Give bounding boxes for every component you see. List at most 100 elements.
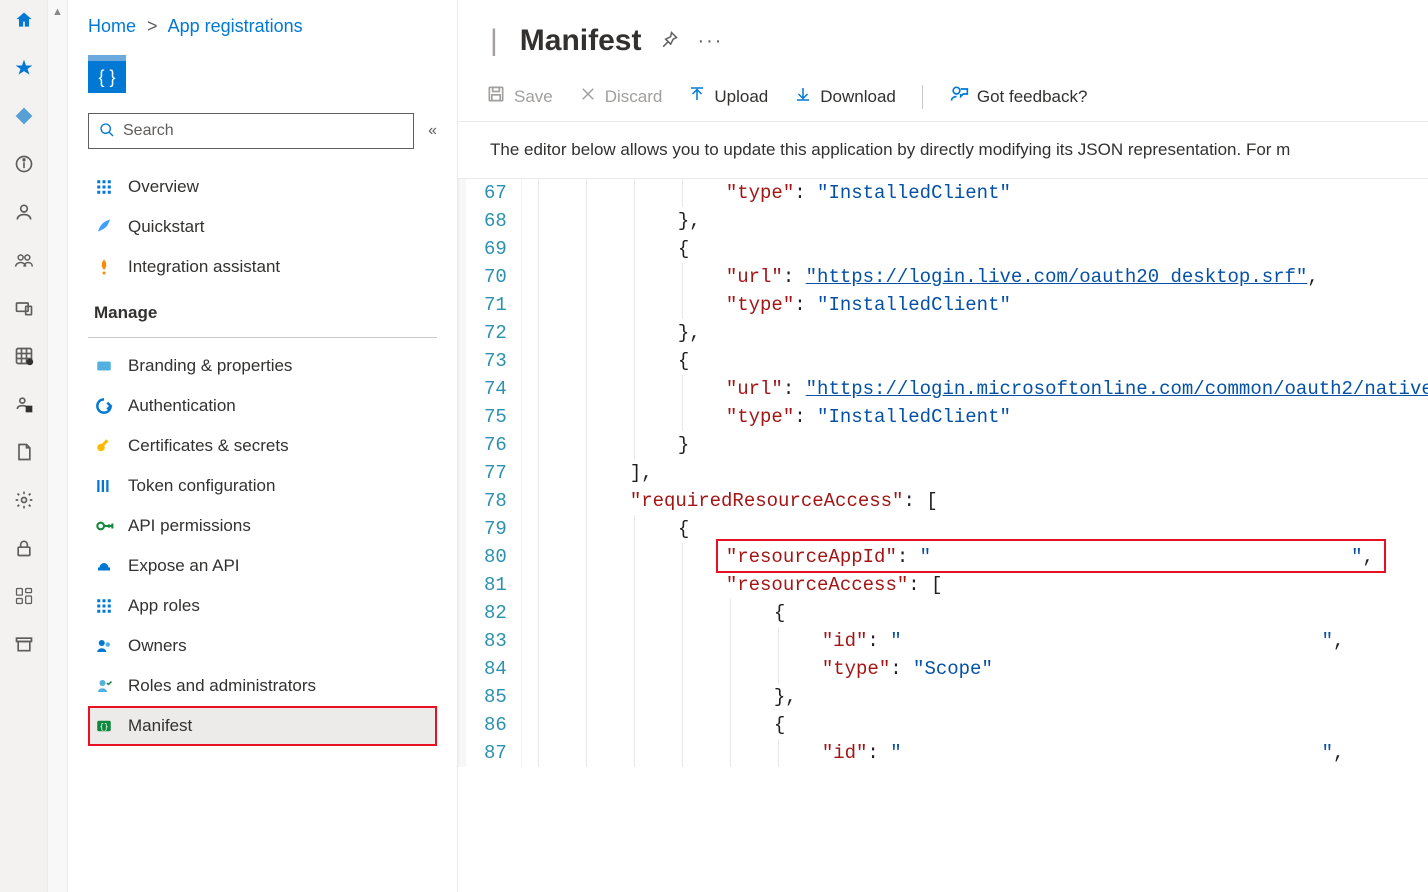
upload-label: Upload [714, 87, 768, 107]
nav-item-label: Expose an API [128, 556, 240, 576]
diamond-icon[interactable] [12, 104, 36, 128]
code-line[interactable]: "url": "https://login.microsoftonline.co… [534, 375, 1428, 403]
download-button[interactable]: Download [794, 85, 896, 108]
document-icon[interactable] [12, 440, 36, 464]
code-line[interactable]: { [534, 599, 1428, 627]
manifest-icon: {} [94, 716, 114, 736]
code-line[interactable]: { [534, 711, 1428, 739]
owners-icon [94, 636, 114, 656]
nav-item-branding-properties[interactable]: Branding & properties [88, 346, 437, 386]
nav-item-expose-an-api[interactable]: Expose an API [88, 546, 437, 586]
branding-properties-icon [94, 356, 114, 376]
home-icon[interactable] [12, 8, 36, 32]
nav-item-label: Roles and administrators [128, 676, 316, 696]
app-roles-icon [94, 596, 114, 616]
lock-icon[interactable] [12, 536, 36, 560]
nav-item-integration-assistant[interactable]: Integration assistant [88, 247, 437, 287]
quickstart-icon [94, 217, 114, 237]
discard-icon [579, 85, 597, 108]
breadcrumb-home[interactable]: Home [88, 16, 136, 36]
title-separator: | [490, 24, 498, 58]
archive-icon[interactable] [12, 632, 36, 656]
gear-icon[interactable] [12, 488, 36, 512]
nav-item-roles-and-administrators[interactable]: Roles and administrators [88, 666, 437, 706]
devices-icon[interactable] [12, 296, 36, 320]
nav-item-token-configuration[interactable]: Token configuration [88, 466, 437, 506]
info-icon[interactable] [12, 152, 36, 176]
person-box-icon[interactable] [12, 392, 36, 416]
search-input-wrapper[interactable] [88, 113, 414, 149]
json-editor[interactable]: 6768697071727374757677787980818283848586… [458, 178, 1428, 767]
grid-icon[interactable] [12, 344, 36, 368]
nav-panel: Home > App registrations { } « OverviewQ… [68, 0, 458, 892]
code-line[interactable]: }, [534, 683, 1428, 711]
discard-button[interactable]: Discard [579, 85, 663, 108]
nav-item-label: Quickstart [128, 217, 205, 237]
code-line[interactable]: { [534, 347, 1428, 375]
code-line[interactable]: "type": "InstalledClient" [534, 291, 1428, 319]
save-label: Save [514, 87, 553, 107]
code-line[interactable]: "id": "", [534, 627, 1428, 655]
breadcrumb: Home > App registrations [88, 16, 437, 37]
api-permissions-icon [94, 516, 114, 536]
breadcrumb-separator: > [147, 16, 158, 36]
nav-item-certificates-secrets[interactable]: Certificates & secrets [88, 426, 437, 466]
editor-description: The editor below allows you to update th… [458, 122, 1428, 178]
editor-gutter: 6768697071727374757677787980818283848586… [466, 179, 522, 767]
code-line[interactable]: } [534, 431, 1428, 459]
dashboard-icon[interactable] [12, 584, 36, 608]
toolbar: Save Discard Upload Download Got feedbac… [458, 76, 1428, 122]
code-line[interactable]: "url": "https://login.live.com/oauth20_d… [534, 263, 1428, 291]
roles-and-administrators-icon [94, 676, 114, 696]
feedback-button[interactable]: Got feedback? [949, 84, 1088, 109]
nav-item-label: App roles [128, 596, 200, 616]
code-line[interactable]: "resourceAccess": [ [534, 571, 1428, 599]
person-icon[interactable] [12, 200, 36, 224]
code-line[interactable]: { [534, 515, 1428, 543]
code-line[interactable]: "id": "", [534, 739, 1428, 767]
scroll-column: ▲ [48, 0, 68, 892]
discard-label: Discard [605, 87, 663, 107]
more-icon[interactable]: ··· [697, 30, 723, 53]
editor-code[interactable]: "type": "InstalledClient"},{"url": "http… [522, 179, 1428, 767]
save-button[interactable]: Save [486, 84, 553, 109]
nav-item-authentication[interactable]: Authentication [88, 386, 437, 426]
main-content: | Manifest ··· Save Discard Upload Do [458, 0, 1428, 892]
search-input[interactable] [123, 122, 403, 140]
authentication-icon [94, 396, 114, 416]
editor-minimap [458, 179, 466, 767]
star-icon[interactable] [12, 56, 36, 80]
nav-item-app-roles[interactable]: App roles [88, 586, 437, 626]
code-line[interactable]: }, [534, 207, 1428, 235]
code-line[interactable]: "requiredResourceAccess": [ [534, 487, 1428, 515]
nav-item-label: Manifest [128, 716, 192, 736]
token-configuration-icon [94, 476, 114, 496]
nav-item-manifest[interactable]: {} Manifest [88, 706, 437, 746]
nav-item-label: Integration assistant [128, 257, 280, 277]
certificates-secrets-icon [94, 436, 114, 456]
people-icon[interactable] [12, 248, 36, 272]
breadcrumb-current[interactable]: App registrations [168, 16, 303, 36]
code-line[interactable]: { [534, 235, 1428, 263]
svg-text:{}: {} [99, 722, 108, 731]
code-line[interactable]: "type": "Scope" [534, 655, 1428, 683]
download-icon [794, 85, 812, 108]
nav-item-owners[interactable]: Owners [88, 626, 437, 666]
code-line[interactable]: "resourceAppId": "", [534, 543, 1428, 571]
code-line[interactable]: }, [534, 319, 1428, 347]
code-line[interactable]: "type": "InstalledClient" [534, 403, 1428, 431]
upload-button[interactable]: Upload [688, 85, 768, 108]
pin-icon[interactable] [659, 30, 679, 53]
code-line[interactable]: ], [534, 459, 1428, 487]
nav-item-label: Branding & properties [128, 356, 292, 376]
toolbar-divider [922, 85, 923, 109]
nav-item-quickstart[interactable]: Quickstart [88, 207, 437, 247]
collapse-panel-icon[interactable]: « [428, 122, 437, 140]
code-line[interactable]: "type": "InstalledClient" [534, 179, 1428, 207]
feedback-label: Got feedback? [977, 87, 1088, 107]
scroll-up-icon[interactable]: ▲ [52, 6, 63, 18]
nav-item-api-permissions[interactable]: API permissions [88, 506, 437, 546]
expose-an-api-icon [94, 556, 114, 576]
nav-item-overview[interactable]: Overview [88, 167, 437, 207]
download-label: Download [820, 87, 896, 107]
